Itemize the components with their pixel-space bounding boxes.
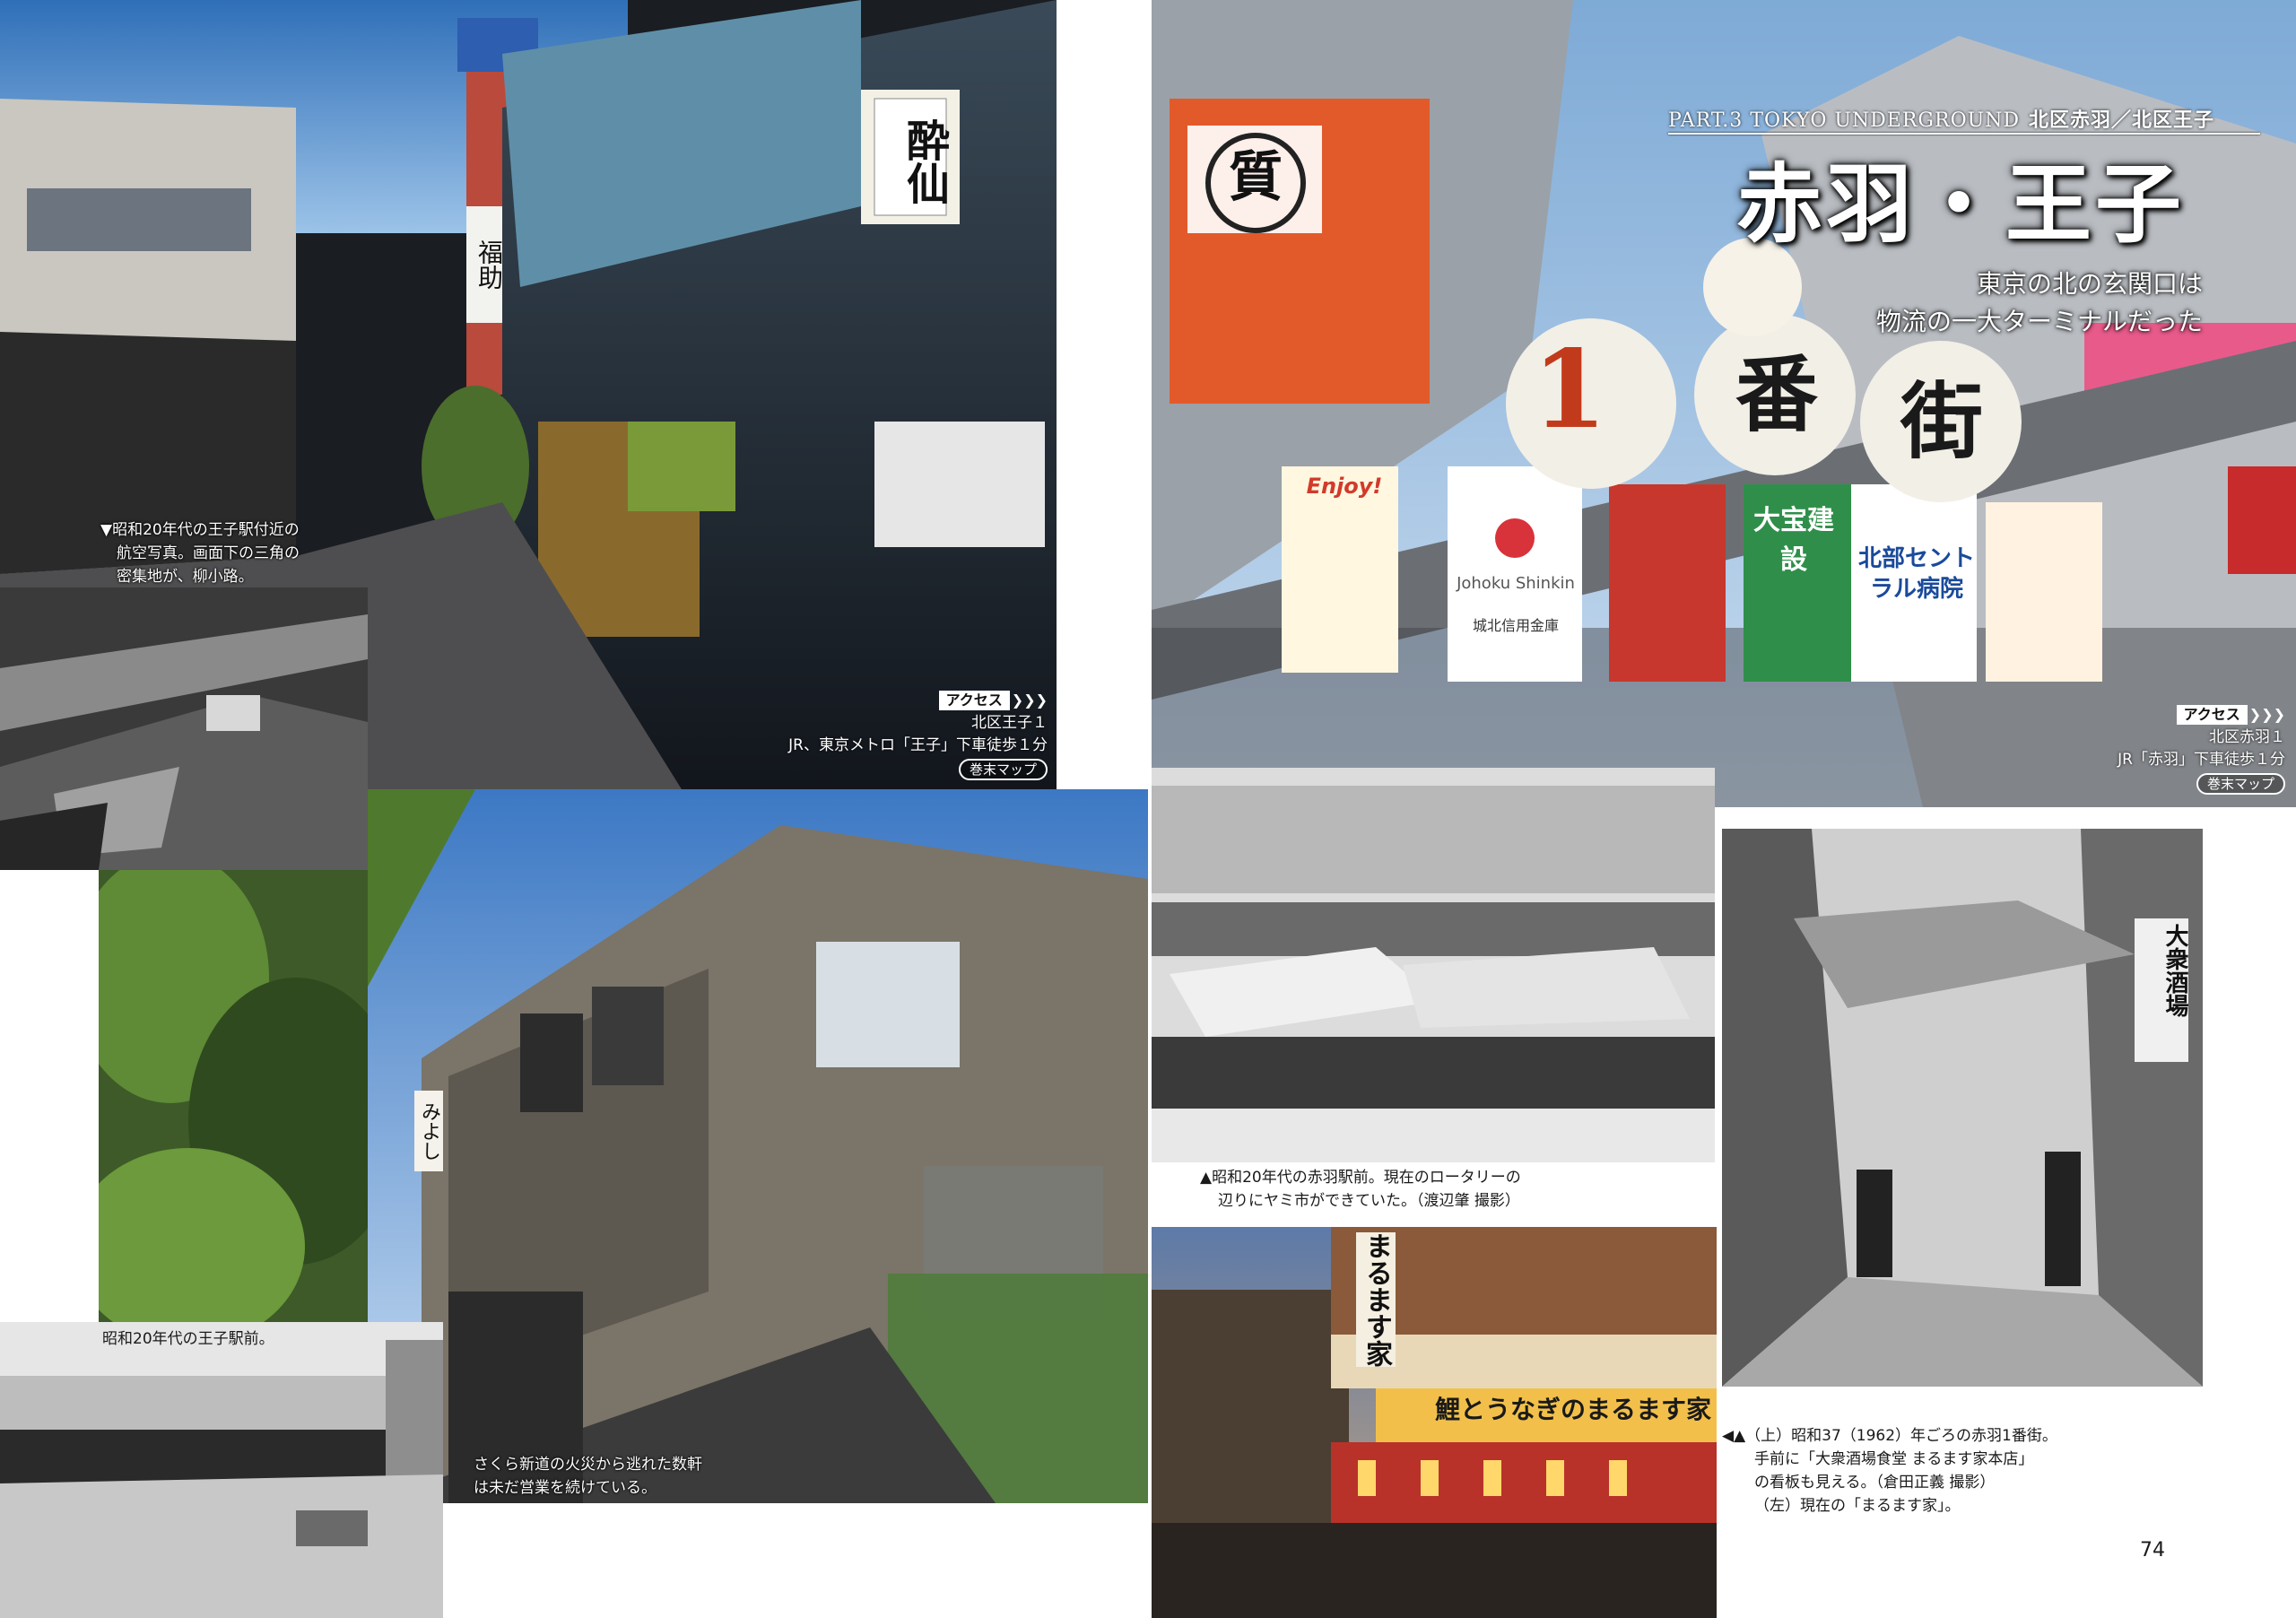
sign-ichiban-1: 1 <box>1532 326 1607 453</box>
access-address: 北区赤羽１ <box>2209 728 2285 746</box>
caption-akabane-station: ▲昭和20年代の赤羽駅前。現在のロータリーの 辺りにヤミ市ができていた。（渡辺肇… <box>1200 1169 1521 1210</box>
access-address: 北区王子１ <box>971 714 1048 732</box>
sign-fukusuke: 福助 <box>474 239 504 290</box>
access-route: JR「赤羽」下車徒歩１分 <box>2118 751 2285 769</box>
map-badge: 巻末マップ <box>2196 773 2285 795</box>
ichibangai-1962-photo <box>1722 829 2203 1387</box>
sign-miyoshi: みよし <box>414 1091 443 1171</box>
sign-suizan: 酔仙 <box>899 118 949 204</box>
sign-enjoy: Enjoy! <box>1306 474 1383 499</box>
akabane-market-photo <box>1152 768 1715 1162</box>
chevrons-icon: ❯❯❯ <box>2248 706 2285 723</box>
oji-station-photo <box>0 1322 443 1618</box>
sign-kensetsu: 大宝建設 <box>1753 505 1834 576</box>
caption-aerial: ▼昭和20年代の王子駅付近の 航空写真。画面下の三角の 密集地が、柳小路。 <box>100 521 300 586</box>
sign-ban: 番 <box>1735 346 1818 443</box>
caption-sakura: さくら新道の火災から逃れた数軒 は未だ営業を続けている。 <box>474 1456 702 1497</box>
sign-hospital: 北部セントラル病院 <box>1857 545 1975 603</box>
chevrons-icon: ❯❯❯ <box>1011 692 1048 709</box>
sign-shinkin: 城北信用金庫 <box>1472 617 1559 634</box>
page-number: 74 <box>2140 1539 2165 1561</box>
greenery-photo <box>99 870 368 1322</box>
page-subtitle: 東京の北の玄関口は 物流の一大ターミナルだった <box>1875 269 2203 336</box>
aerial-photo <box>0 587 368 870</box>
page-title: 赤羽・王子 <box>1736 153 2185 255</box>
caption-ichibangai: ◀▲（上）昭和37（1962）年ごろの赤羽1番街。 手前に「大衆酒場食堂 まるま… <box>1722 1427 2057 1515</box>
caption-oji-station: 昭和20年代の王子駅前。 <box>102 1330 274 1348</box>
sign-johoku: Johoku Shinkin <box>1457 574 1575 593</box>
sign-koi-unagi: 鯉とうなぎのまるます家 <box>1435 1395 1712 1424</box>
access-tag: アクセス <box>938 691 1010 710</box>
sign-taishu: 大衆酒場 <box>2161 924 2188 1017</box>
part-jp: 北区赤羽／北区王子 <box>2029 109 2215 132</box>
sakura-shindo-photo <box>368 789 1148 1503</box>
access-oji: アクセス ❯❯❯ 北区王子１ JR、東京メトロ「王子」下車徒歩１分 巻末マップ <box>735 689 1048 781</box>
sign-gai: 街 <box>1900 373 1983 470</box>
access-route: JR、東京メトロ「王子」下車徒歩１分 <box>788 736 1048 754</box>
access-akabane: アクセス ❯❯❯ 北区赤羽１ JR「赤羽」下車徒歩１分 巻末マップ <box>1973 703 2285 796</box>
part-en: PART.3 TOKYO UNDERGROUND <box>1668 109 2021 132</box>
sign-shichi: 質 <box>1205 133 1306 233</box>
part-heading: PART.3 TOKYO UNDERGROUND 北区赤羽／北区王子 <box>1668 104 2214 133</box>
sign-marumasu-vertical: まるます家 <box>1356 1232 1396 1367</box>
map-badge: 巻末マップ <box>958 759 1048 780</box>
access-tag: アクセス <box>2176 705 2248 725</box>
